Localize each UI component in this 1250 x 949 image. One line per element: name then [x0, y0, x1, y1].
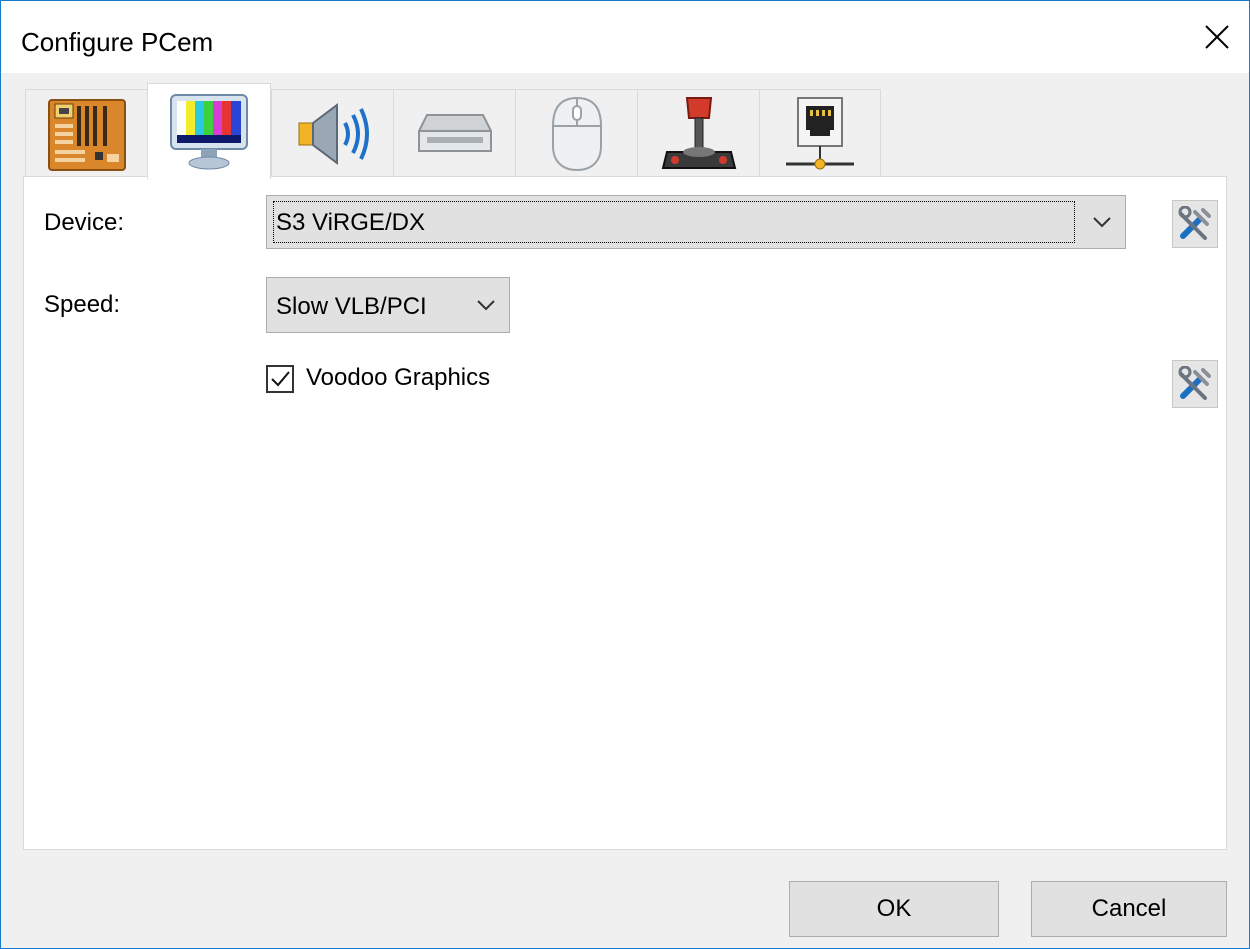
- voodoo-label[interactable]: Voodoo Graphics: [306, 364, 490, 392]
- motherboard-icon: [48, 98, 126, 171]
- drive-icon: [418, 113, 492, 152]
- speed-dropdown[interactable]: Slow VLB/PCI: [266, 277, 510, 333]
- mouse-icon: [552, 96, 602, 171]
- chevron-down-icon: [477, 278, 495, 332]
- voodoo-configure-button[interactable]: [1172, 360, 1218, 408]
- tab-motherboard[interactable]: [25, 89, 149, 177]
- device-configure-button[interactable]: [1172, 200, 1218, 248]
- speed-value: Slow VLB/PCI: [276, 293, 427, 320]
- tab-sound[interactable]: [271, 89, 395, 177]
- tools-icon: [1178, 206, 1211, 240]
- device-dropdown[interactable]: S3 ViRGE/DX: [266, 195, 1126, 249]
- ok-button[interactable]: OK: [789, 881, 999, 937]
- monitor-icon: [170, 93, 248, 169]
- configure-dialog: Configure PCem Device: S3 ViRGE/DX Speed…: [0, 0, 1250, 949]
- voodoo-checkbox[interactable]: [266, 365, 294, 393]
- close-button[interactable]: [1185, 1, 1249, 73]
- tab-display[interactable]: [147, 83, 271, 179]
- tab-network[interactable]: [759, 89, 881, 177]
- tab-joystick[interactable]: [637, 89, 761, 177]
- display-settings-panel: Device: S3 ViRGE/DX Speed: Slow VLB/PCI: [23, 176, 1227, 850]
- joystick-icon: [661, 96, 737, 169]
- device-value: S3 ViRGE/DX: [276, 209, 425, 236]
- close-icon: [1205, 25, 1229, 49]
- title-bar: Configure PCem: [1, 1, 1249, 73]
- tools-icon: [1178, 366, 1211, 400]
- tab-drives[interactable]: [393, 89, 517, 177]
- window-title: Configure PCem: [21, 27, 214, 57]
- tab-mouse[interactable]: [515, 89, 639, 177]
- chevron-down-icon: [1093, 196, 1111, 248]
- checkmark-icon: [271, 371, 290, 387]
- speed-label: Speed:: [44, 291, 121, 318]
- tab-strip: [1, 73, 1249, 179]
- speaker-icon: [298, 102, 369, 165]
- network-icon: [786, 96, 854, 169]
- device-label: Device:: [44, 209, 125, 236]
- cancel-button[interactable]: Cancel: [1031, 881, 1227, 937]
